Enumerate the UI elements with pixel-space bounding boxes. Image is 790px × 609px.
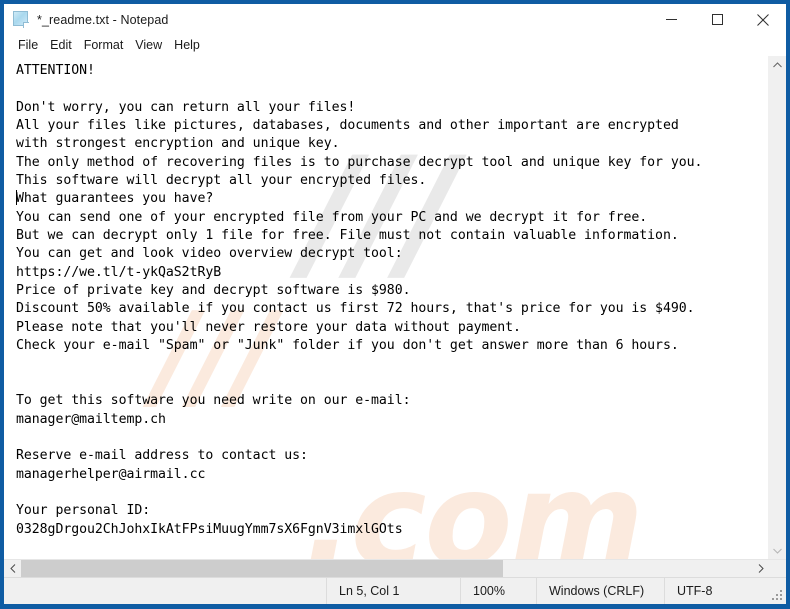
vertical-scroll-track[interactable]: [769, 73, 786, 542]
horizontal-scrollbar[interactable]: [4, 559, 786, 577]
chevron-left-icon: [9, 564, 15, 573]
status-line-ending[interactable]: Windows (CRLF): [536, 578, 664, 604]
status-encoding[interactable]: UTF-8: [664, 578, 786, 604]
text-caret: [16, 190, 17, 205]
notepad-document-icon: [13, 11, 30, 28]
status-cursor-position[interactable]: Ln 5, Col 1: [326, 578, 460, 604]
menu-bar: File Edit Format View Help: [4, 35, 786, 56]
chevron-down-icon: [773, 548, 782, 554]
horizontal-scroll-track[interactable]: [21, 560, 752, 577]
scroll-right-button[interactable]: [752, 560, 769, 577]
menu-item-file[interactable]: File: [12, 37, 44, 54]
maximize-icon: [711, 14, 723, 25]
title-bar[interactable]: *_readme.txt - Notepad: [4, 4, 786, 35]
status-spacer: [4, 578, 326, 604]
menu-item-format[interactable]: Format: [78, 37, 130, 54]
chevron-right-icon: [758, 564, 764, 573]
minimize-button[interactable]: [648, 4, 694, 35]
window-inner: *_readme.txt - Notepad File Edit Format …: [4, 4, 786, 604]
scroll-down-button[interactable]: [769, 542, 786, 559]
menu-item-view[interactable]: View: [129, 37, 168, 54]
editor-area: /// /// .com ATTENTION! Don't worry, you…: [4, 56, 786, 577]
editor-row: /// /// .com ATTENTION! Don't worry, you…: [4, 56, 786, 559]
chevron-up-icon: [773, 61, 782, 67]
maximize-button[interactable]: [694, 4, 740, 35]
menu-item-help[interactable]: Help: [168, 37, 206, 54]
close-button[interactable]: [740, 4, 786, 35]
minimize-icon: [665, 19, 677, 20]
notepad-window: *_readme.txt - Notepad File Edit Format …: [0, 0, 790, 609]
scrollbar-corner: [769, 560, 786, 577]
text-canvas[interactable]: /// /// .com ATTENTION! Don't worry, you…: [4, 56, 768, 559]
scroll-left-button[interactable]: [4, 560, 21, 577]
resize-grip-icon[interactable]: [772, 590, 783, 601]
window-controls: [648, 4, 786, 35]
window-title: *_readme.txt - Notepad: [37, 12, 169, 27]
status-zoom-level[interactable]: 100%: [460, 578, 536, 604]
vertical-scrollbar[interactable]: [768, 56, 786, 559]
menu-item-edit[interactable]: Edit: [44, 37, 78, 54]
status-bar: Ln 5, Col 1 100% Windows (CRLF) UTF-8: [4, 577, 786, 604]
horizontal-scroll-thumb[interactable]: [21, 560, 504, 577]
ransom-note-text[interactable]: ATTENTION! Don't worry, you can return a…: [4, 56, 768, 539]
close-icon: [757, 13, 769, 26]
scroll-up-button[interactable]: [769, 56, 786, 73]
